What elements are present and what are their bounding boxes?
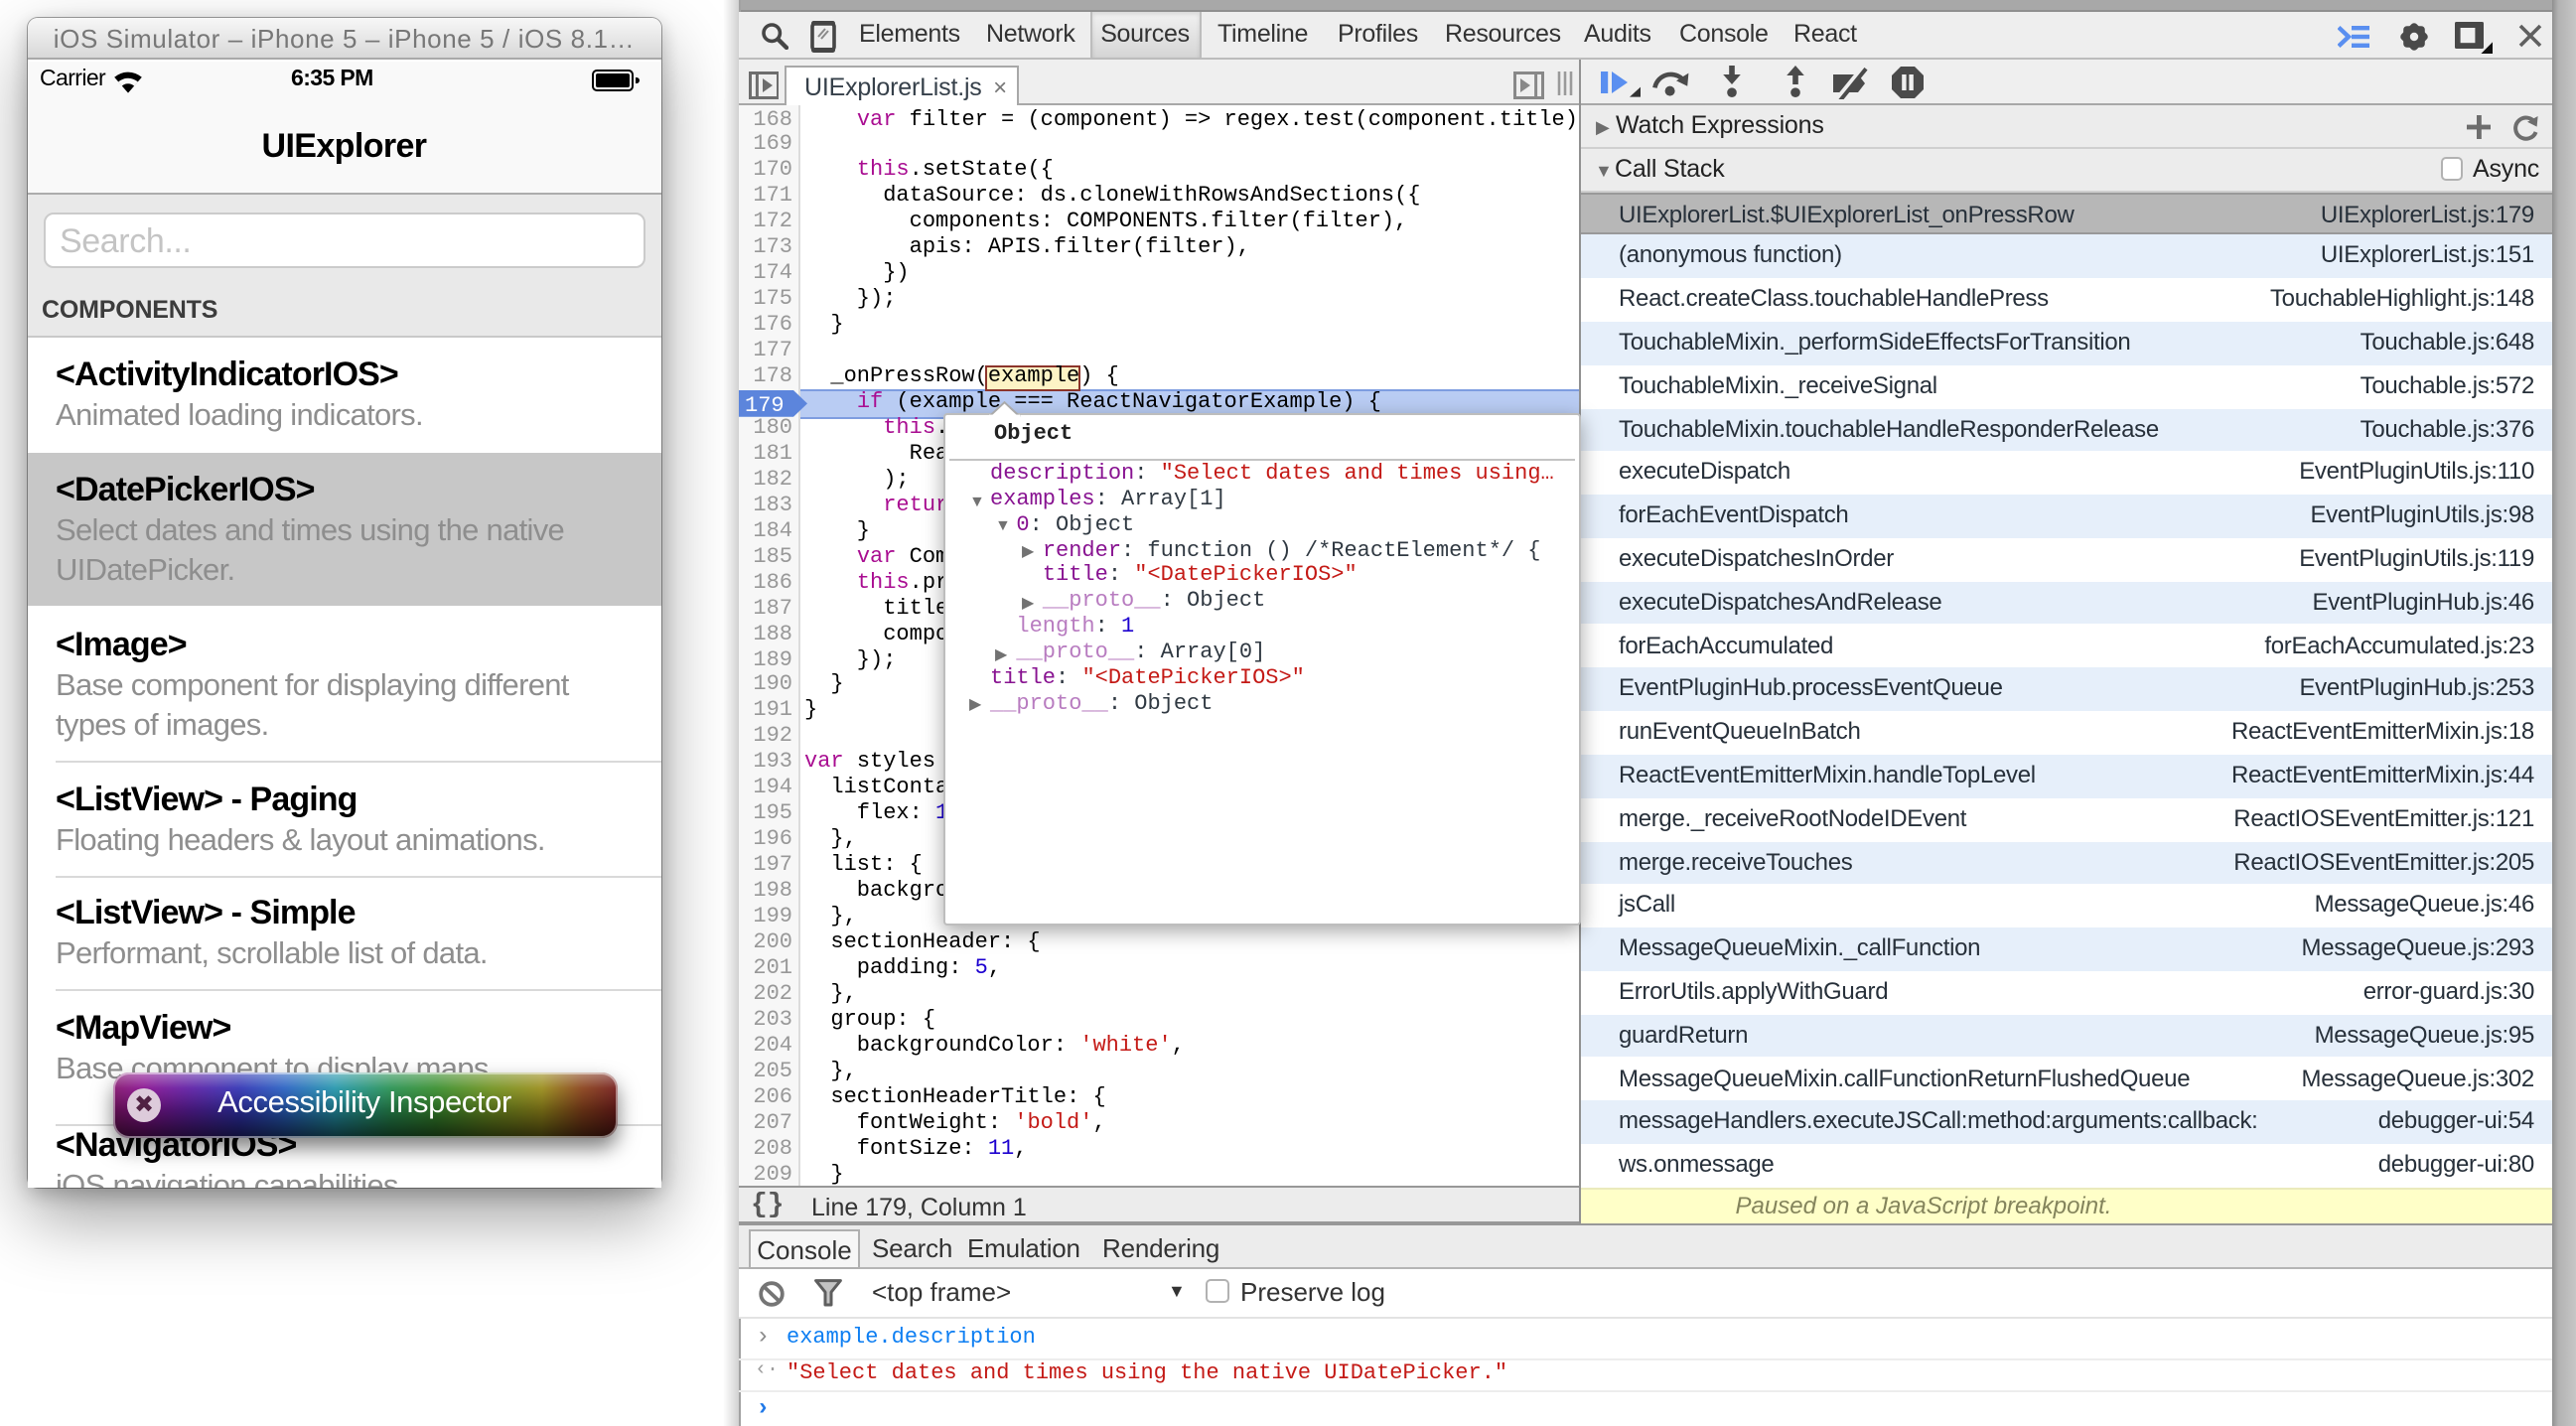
svg-text:179: 179 (745, 393, 785, 418)
